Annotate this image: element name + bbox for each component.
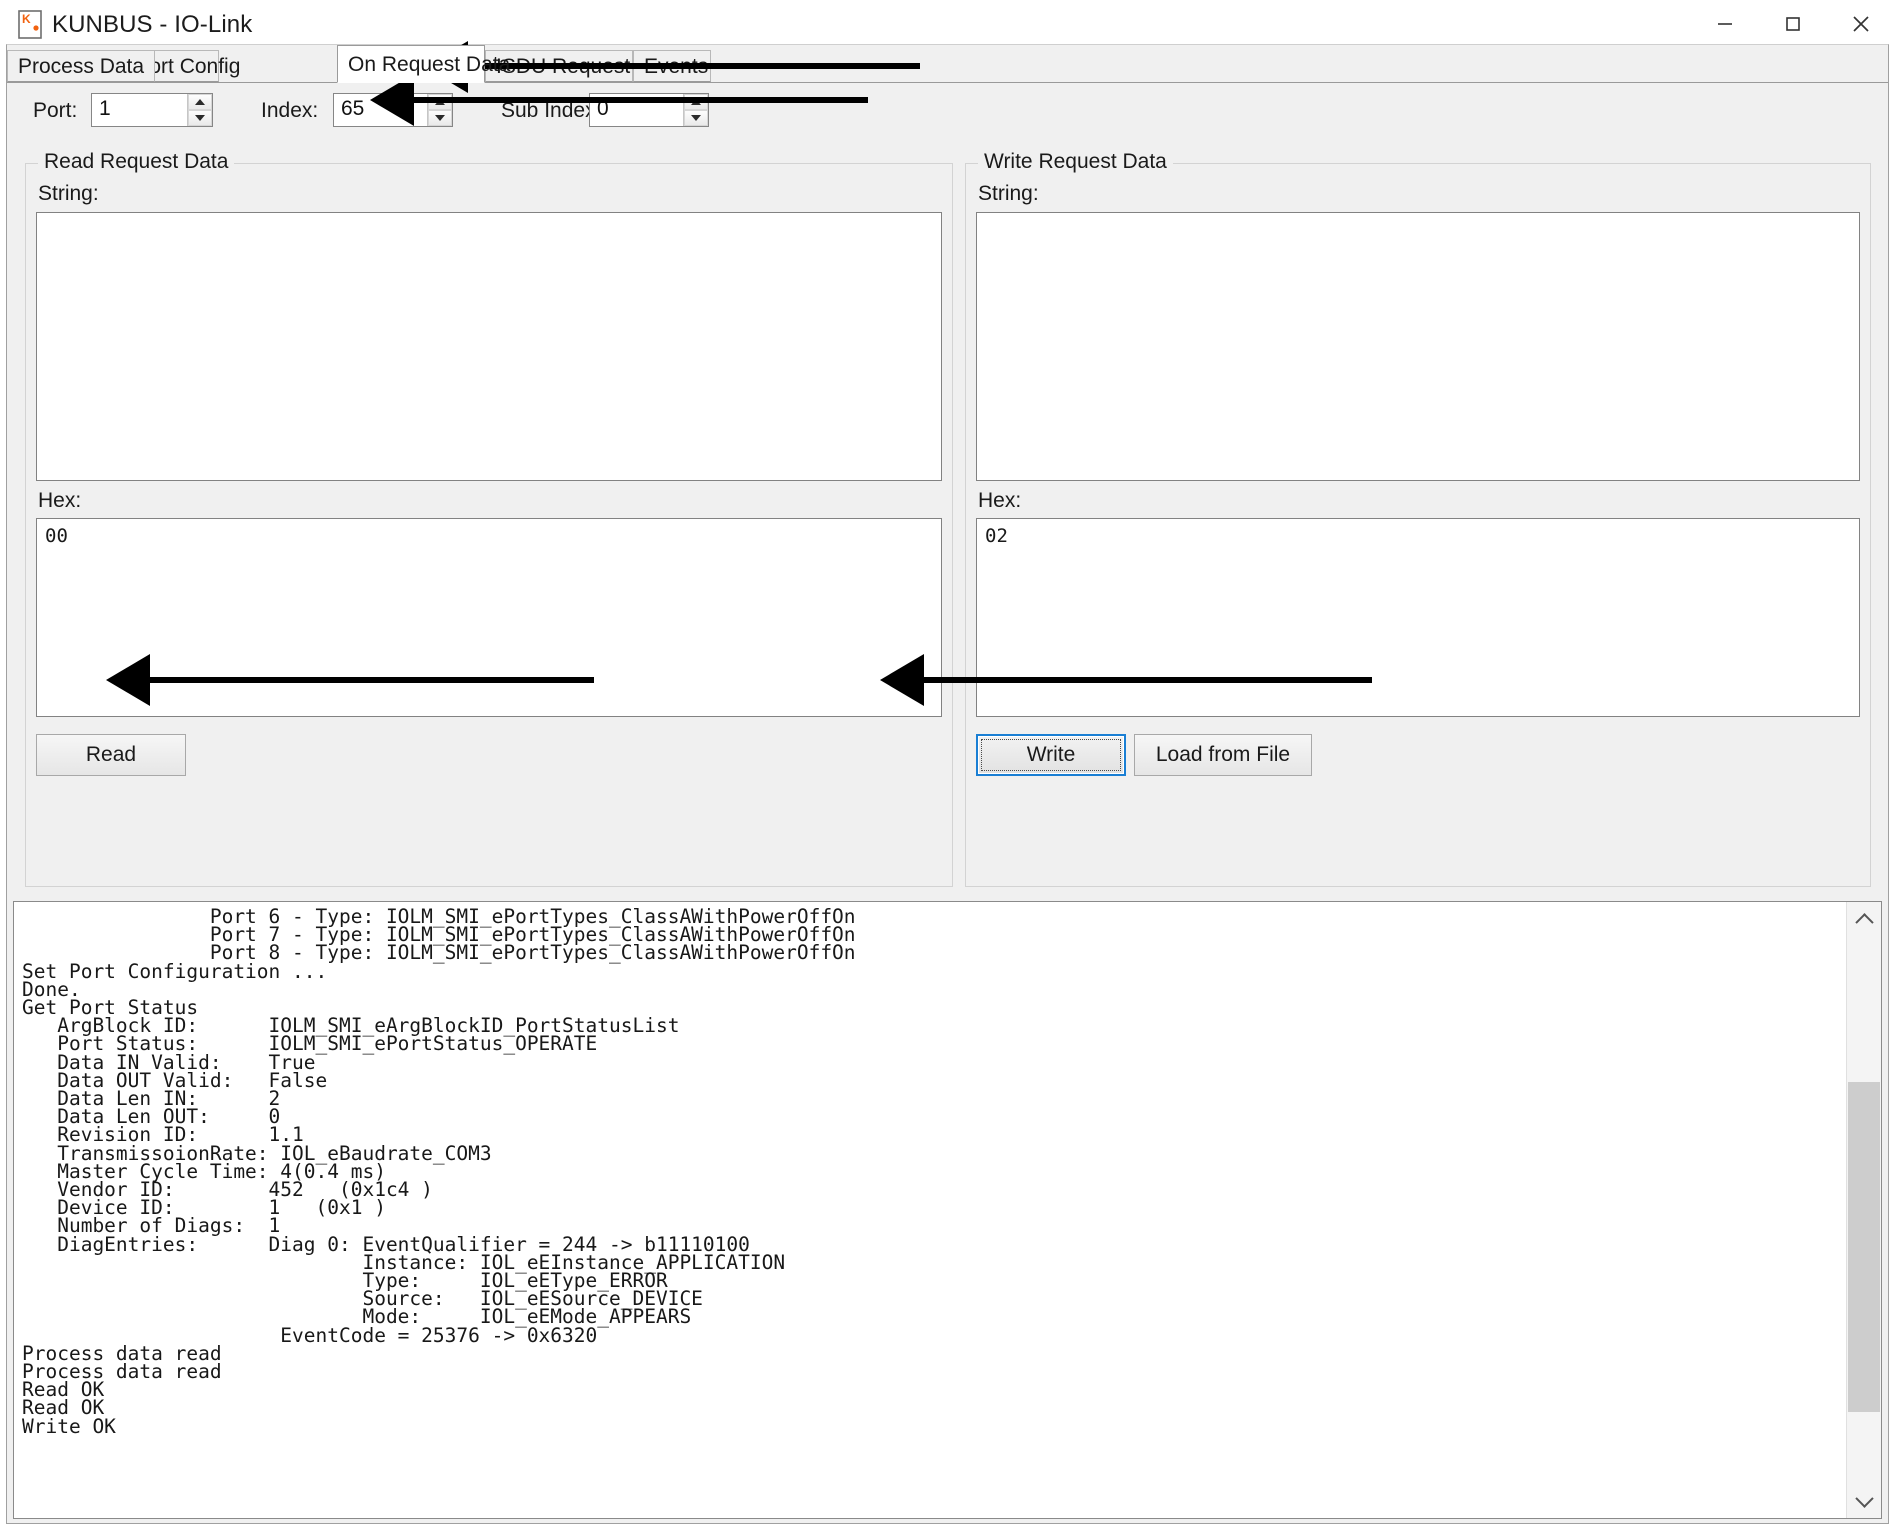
log-output-text: Port 6 - Type: IOLM_SMI_ePortTypes_Class… xyxy=(22,905,856,1438)
minimize-button[interactable] xyxy=(1691,0,1759,48)
scroll-up-icon[interactable] xyxy=(1847,902,1881,936)
write-string-textarea[interactable] xyxy=(976,212,1860,481)
index-spinner[interactable]: 65 xyxy=(333,93,453,127)
port-spinner-arrows[interactable] xyxy=(187,94,212,126)
sub-index-spin-down[interactable] xyxy=(684,110,708,126)
application-window: K KUNBUS - IO-Link General Std Port Conf… xyxy=(0,0,1895,1530)
read-hex-label: Hex: xyxy=(38,489,82,512)
tab-process-data[interactable]: Process Data xyxy=(7,50,156,82)
write-hex-textarea[interactable]: 02 xyxy=(976,518,1860,717)
read-hex-textarea[interactable]: 00 xyxy=(36,518,942,717)
request-parameter-row: Port: 1 Index: 65 Sub Index: 0 xyxy=(7,83,1888,143)
write-hex-label: Hex: xyxy=(978,489,1022,512)
window-title: KUNBUS - IO-Link xyxy=(52,11,253,38)
log-output-pane[interactable]: Port 6 - Type: IOLM_SMI_ePortTypes_Class… xyxy=(13,901,1882,1519)
read-string-label: String: xyxy=(38,182,99,205)
scrollbar-thumb[interactable] xyxy=(1848,1082,1880,1412)
sub-index-input[interactable]: 0 xyxy=(590,94,683,126)
port-input[interactable]: 1 xyxy=(92,94,187,126)
index-input[interactable]: 65 xyxy=(334,94,427,126)
index-spin-down[interactable] xyxy=(428,110,452,126)
load-from-file-button[interactable]: Load from File xyxy=(1134,734,1312,776)
read-button[interactable]: Read xyxy=(36,734,186,776)
close-button[interactable] xyxy=(1827,0,1895,48)
port-spin-down[interactable] xyxy=(188,110,212,126)
port-label: Port: xyxy=(33,99,78,122)
sub-index-label: Sub Index: xyxy=(501,99,602,122)
read-string-textarea[interactable] xyxy=(36,212,942,481)
sub-index-spinner[interactable]: 0 xyxy=(589,93,709,127)
sub-index-spin-up[interactable] xyxy=(684,94,708,110)
write-request-data-title: Write Request Data xyxy=(978,150,1173,174)
kunbus-app-icon: K xyxy=(18,10,44,40)
tab-on-request-data[interactable]: On Request Data xyxy=(337,45,510,83)
port-spin-up[interactable] xyxy=(188,94,212,110)
read-request-data-title: Read Request Data xyxy=(38,150,235,174)
port-spinner[interactable]: 1 xyxy=(91,93,213,127)
write-string-label: String: xyxy=(978,182,1039,205)
tab-strip: General Std Port Config Process Data On … xyxy=(7,45,1888,83)
log-scrollbar[interactable] xyxy=(1846,902,1881,1518)
write-button-label: Write xyxy=(1026,743,1076,766)
tab-events[interactable]: Events xyxy=(633,50,711,82)
sub-index-spinner-arrows[interactable] xyxy=(683,94,708,126)
scroll-down-icon[interactable] xyxy=(1847,1484,1881,1518)
write-request-data-group: Write Request Data String: Hex: 02 Write… xyxy=(965,150,1871,887)
svg-text:K: K xyxy=(22,12,31,26)
write-button[interactable]: Write xyxy=(976,734,1126,776)
maximize-button[interactable] xyxy=(1759,0,1827,48)
index-spinner-arrows[interactable] xyxy=(427,94,452,126)
client-area: General Std Port Config Process Data On … xyxy=(6,44,1889,1524)
read-request-data-group: Read Request Data String: Hex: 00 Read xyxy=(25,150,953,887)
index-label: Index: xyxy=(261,99,319,122)
index-spin-up[interactable] xyxy=(428,94,452,110)
